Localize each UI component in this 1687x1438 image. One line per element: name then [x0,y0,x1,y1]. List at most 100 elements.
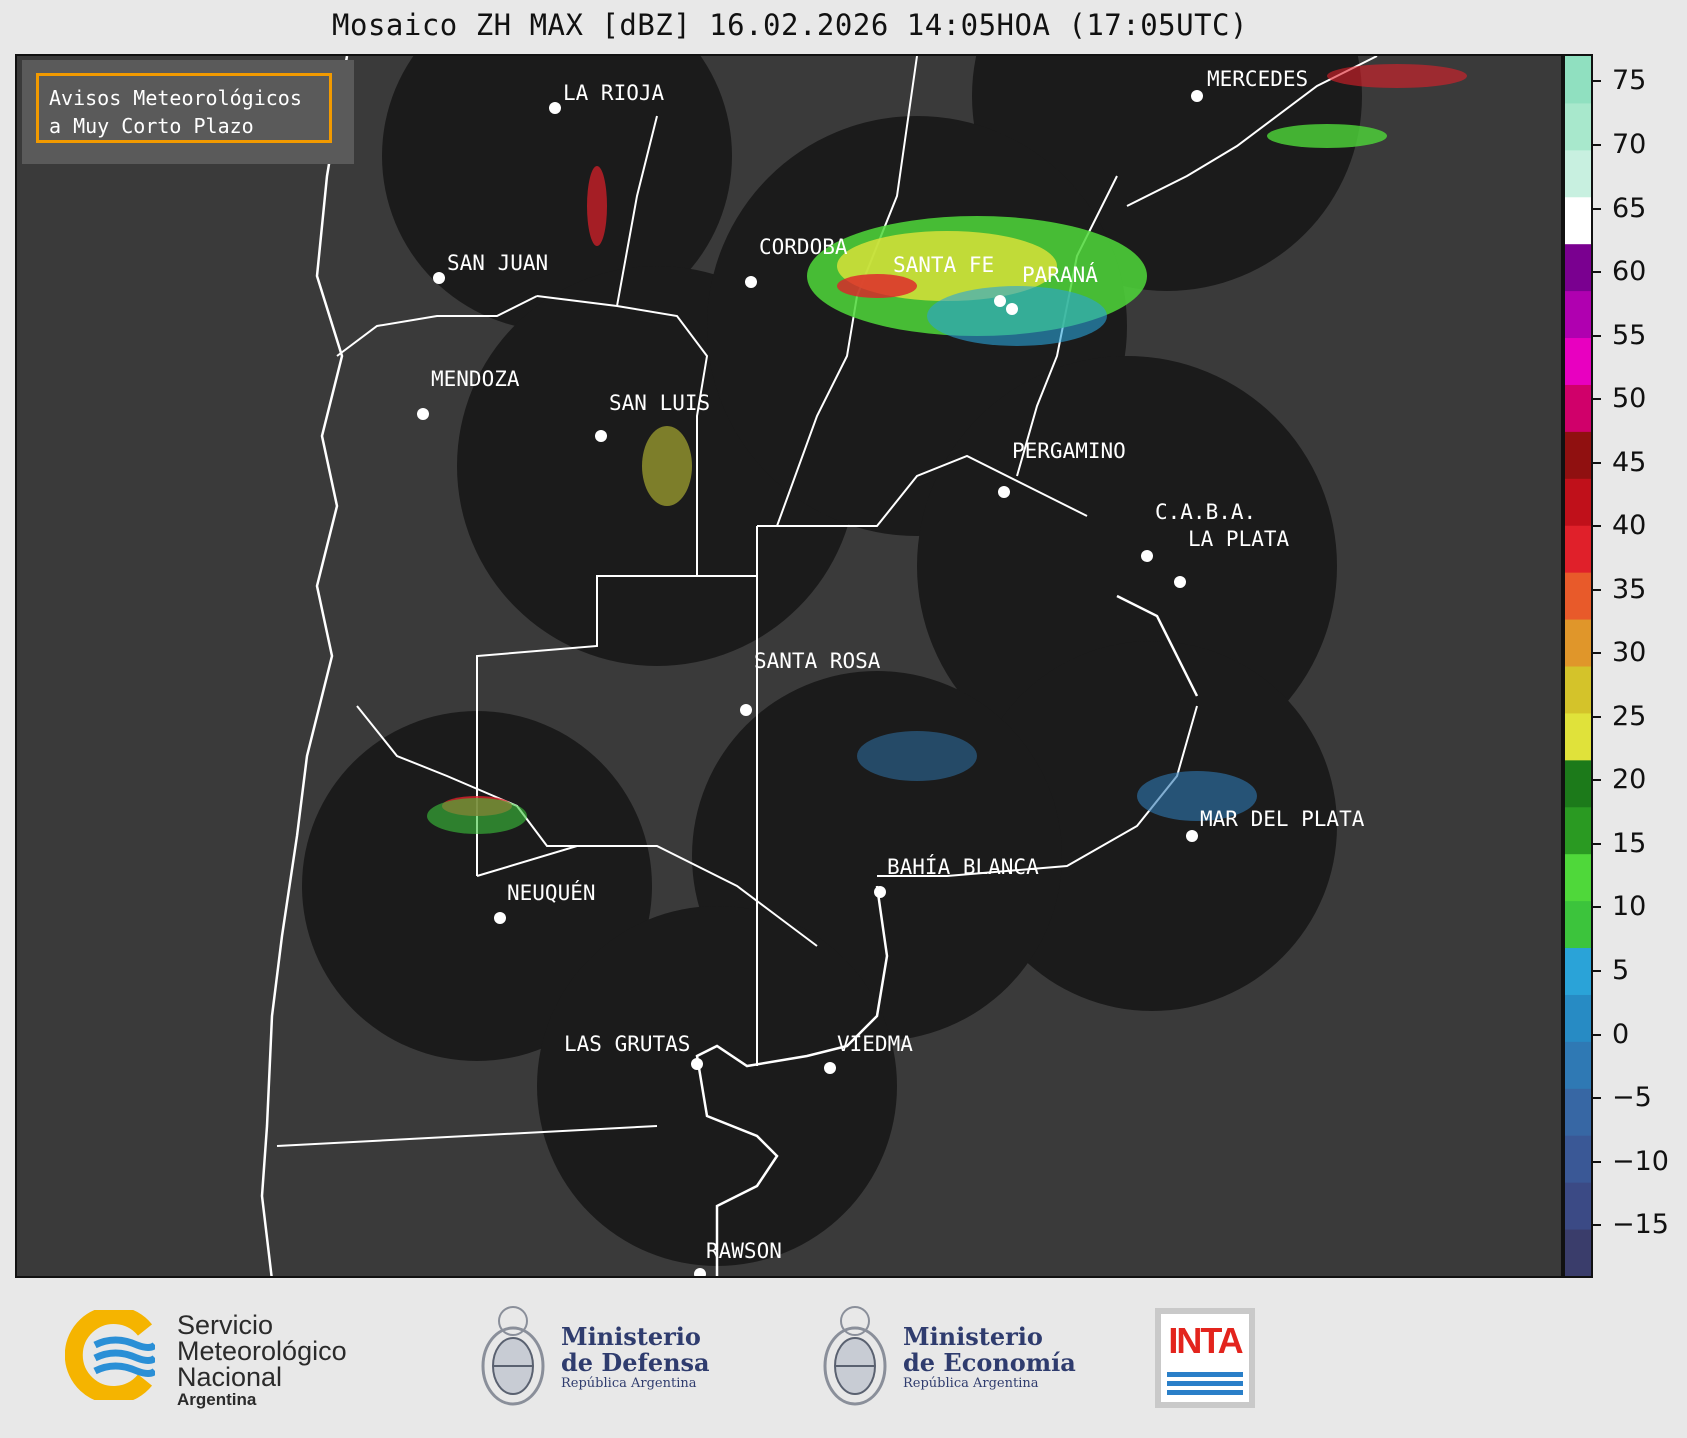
colorbar-tick-label: 0 [1612,1018,1630,1050]
city-marker-mar-del-plata [1186,830,1198,842]
city-label-santa-rosa: SANTA ROSA [754,649,881,673]
inta-logo-inner: INTA [1161,1314,1249,1402]
colorbar-tick [1593,143,1601,146]
colorbar-tick-label: 55 [1612,319,1647,351]
city-label-la-rioja: LA RIOJA [563,81,665,105]
colorbar-segment [1565,431,1591,479]
city-marker-santa-rosa [740,704,752,716]
colorbar-tick-label: 75 [1612,65,1647,97]
colorbar-segment [1565,1135,1591,1183]
defensa-line-1: Ministerio [561,1322,701,1351]
colorbar-tick-label: 20 [1612,764,1647,796]
colorbar-segment [1565,759,1591,808]
city-marker-bahia-blanca [874,886,886,898]
colorbar-tick-label: 25 [1612,700,1647,732]
city-marker-parana [1006,303,1018,315]
colorbar-tick [1593,715,1601,718]
defensa-line-3: República Argentina [561,1376,697,1391]
notice-line-1: Avisos Meteorológicos [49,86,302,110]
colorbar-tick-label: −10 [1612,1145,1669,1177]
city-label-mar-del-plata: MAR DEL PLATA [1200,807,1365,831]
colorbar-segment [1565,290,1591,339]
colorbar-segment [1565,478,1591,526]
inta-stripe [1167,1372,1243,1377]
city-label-parana: PARANÁ [1022,262,1098,287]
colorbar-segment [1565,806,1591,855]
smn-line-1: Servicio [177,1310,274,1340]
colorbar-tick-label: 70 [1612,128,1647,160]
colorbar-tick-label: 35 [1612,573,1647,605]
colorbar-tick-label: −5 [1612,1082,1652,1114]
colorbar-tick [1593,588,1601,591]
colorbar-segment [1565,712,1591,761]
city-marker-la-rioja [549,102,561,114]
colorbar-tick [1593,970,1601,972]
colorbar-gradient [1565,56,1591,1276]
colorbar-tick [1593,398,1601,401]
city-label-mendoza: MENDOZA [431,367,520,391]
colorbar-segment [1565,196,1591,245]
colorbar-segment [1565,1088,1591,1136]
colorbar-tick [1593,1224,1601,1227]
colorbar-tick [1593,652,1601,655]
colorbar-segment [1565,853,1591,902]
inta-stripe [1167,1390,1243,1395]
colorbar-tick-label: 15 [1612,827,1647,859]
inta-logo: INTA [1155,1308,1255,1408]
colorbar-tick-label: 40 [1612,510,1647,542]
smn-line-2: Meteorológico [177,1336,347,1366]
city-label-pergamino: PERGAMINO [1012,439,1126,463]
colorbar-tick [1593,525,1601,528]
city-label-rawson: RAWSON [706,1239,782,1263]
city-label-bahia-blanca: BAHÍA BLANCA [887,854,1039,879]
city-label-san-luis: SAN LUIS [609,391,710,415]
defensa-line-2: de Defensa [561,1348,710,1377]
economia-line-2: de Economía [903,1348,1076,1377]
colorbar-segment [1565,666,1591,714]
inta-stripe [1167,1381,1243,1386]
city-marker-cordoba [745,276,757,288]
colorbar-tick [1593,207,1601,210]
city-marker-caba [1141,550,1153,562]
city-marker-santa-fe [994,295,1006,307]
city-label-cordoba: CORDOBA [759,235,848,259]
colorbar-segment [1565,1229,1591,1276]
colorbar-segment [1565,1182,1591,1230]
colorbar-tick-label: −15 [1612,1209,1669,1241]
colorbar-tick-label: 30 [1612,637,1647,669]
colorbar-tick [1593,1097,1601,1100]
inta-label: INTA [1168,1320,1243,1361]
city-marker-san-luis [595,430,607,442]
colorbar-tick-label: 65 [1612,192,1647,224]
coat-of-arms-icon [481,1306,545,1406]
colorbar-tick [1593,80,1601,83]
colorbar-tick [1593,1160,1601,1163]
colorbar [1563,54,1593,1278]
colorbar-tick-label: 60 [1612,256,1647,288]
smn-logo: Servicio Meteorológico Nacional Argentin… [65,1306,385,1409]
colorbar-tick-label: 45 [1612,446,1647,478]
city-label-mercedes: MERCEDES [1207,67,1308,91]
notice-panel: Avisos Meteorológicos a Muy Corto Plazo [22,60,354,164]
colorbar-segment [1565,102,1591,151]
city-marker-viedma [824,1062,836,1074]
colorbar-tick [1593,842,1601,845]
colorbar-tick-label: 50 [1612,383,1647,415]
city-label-san-juan: SAN JUAN [447,251,548,275]
smn-emblem-icon [65,1310,155,1400]
city-label-la-plata: LA PLATA [1188,527,1290,551]
radar-map-canvas: LA RIOJA MERCEDES SAN JUAN CORDOBA SANTA… [260,56,1467,1276]
colorbar-tick [1593,271,1601,274]
city-marker-rawson [694,1268,706,1276]
city-label-neuquen: NEUQUÉN [507,880,596,905]
economia-line-1: Ministerio [903,1322,1043,1351]
city-marker-pergamino [998,486,1010,498]
colorbar-tick [1593,906,1601,909]
radar-map[interactable]: LA RIOJA MERCEDES SAN JUAN CORDOBA SANTA… [15,54,1563,1278]
notice-box[interactable]: Avisos Meteorológicos a Muy Corto Plazo [36,73,332,143]
colorbar-segment [1565,947,1591,995]
colorbar-segment [1565,994,1591,1042]
colorbar-tick [1593,334,1601,337]
colorbar-segment [1565,1041,1591,1089]
colorbar-segment [1565,900,1591,949]
